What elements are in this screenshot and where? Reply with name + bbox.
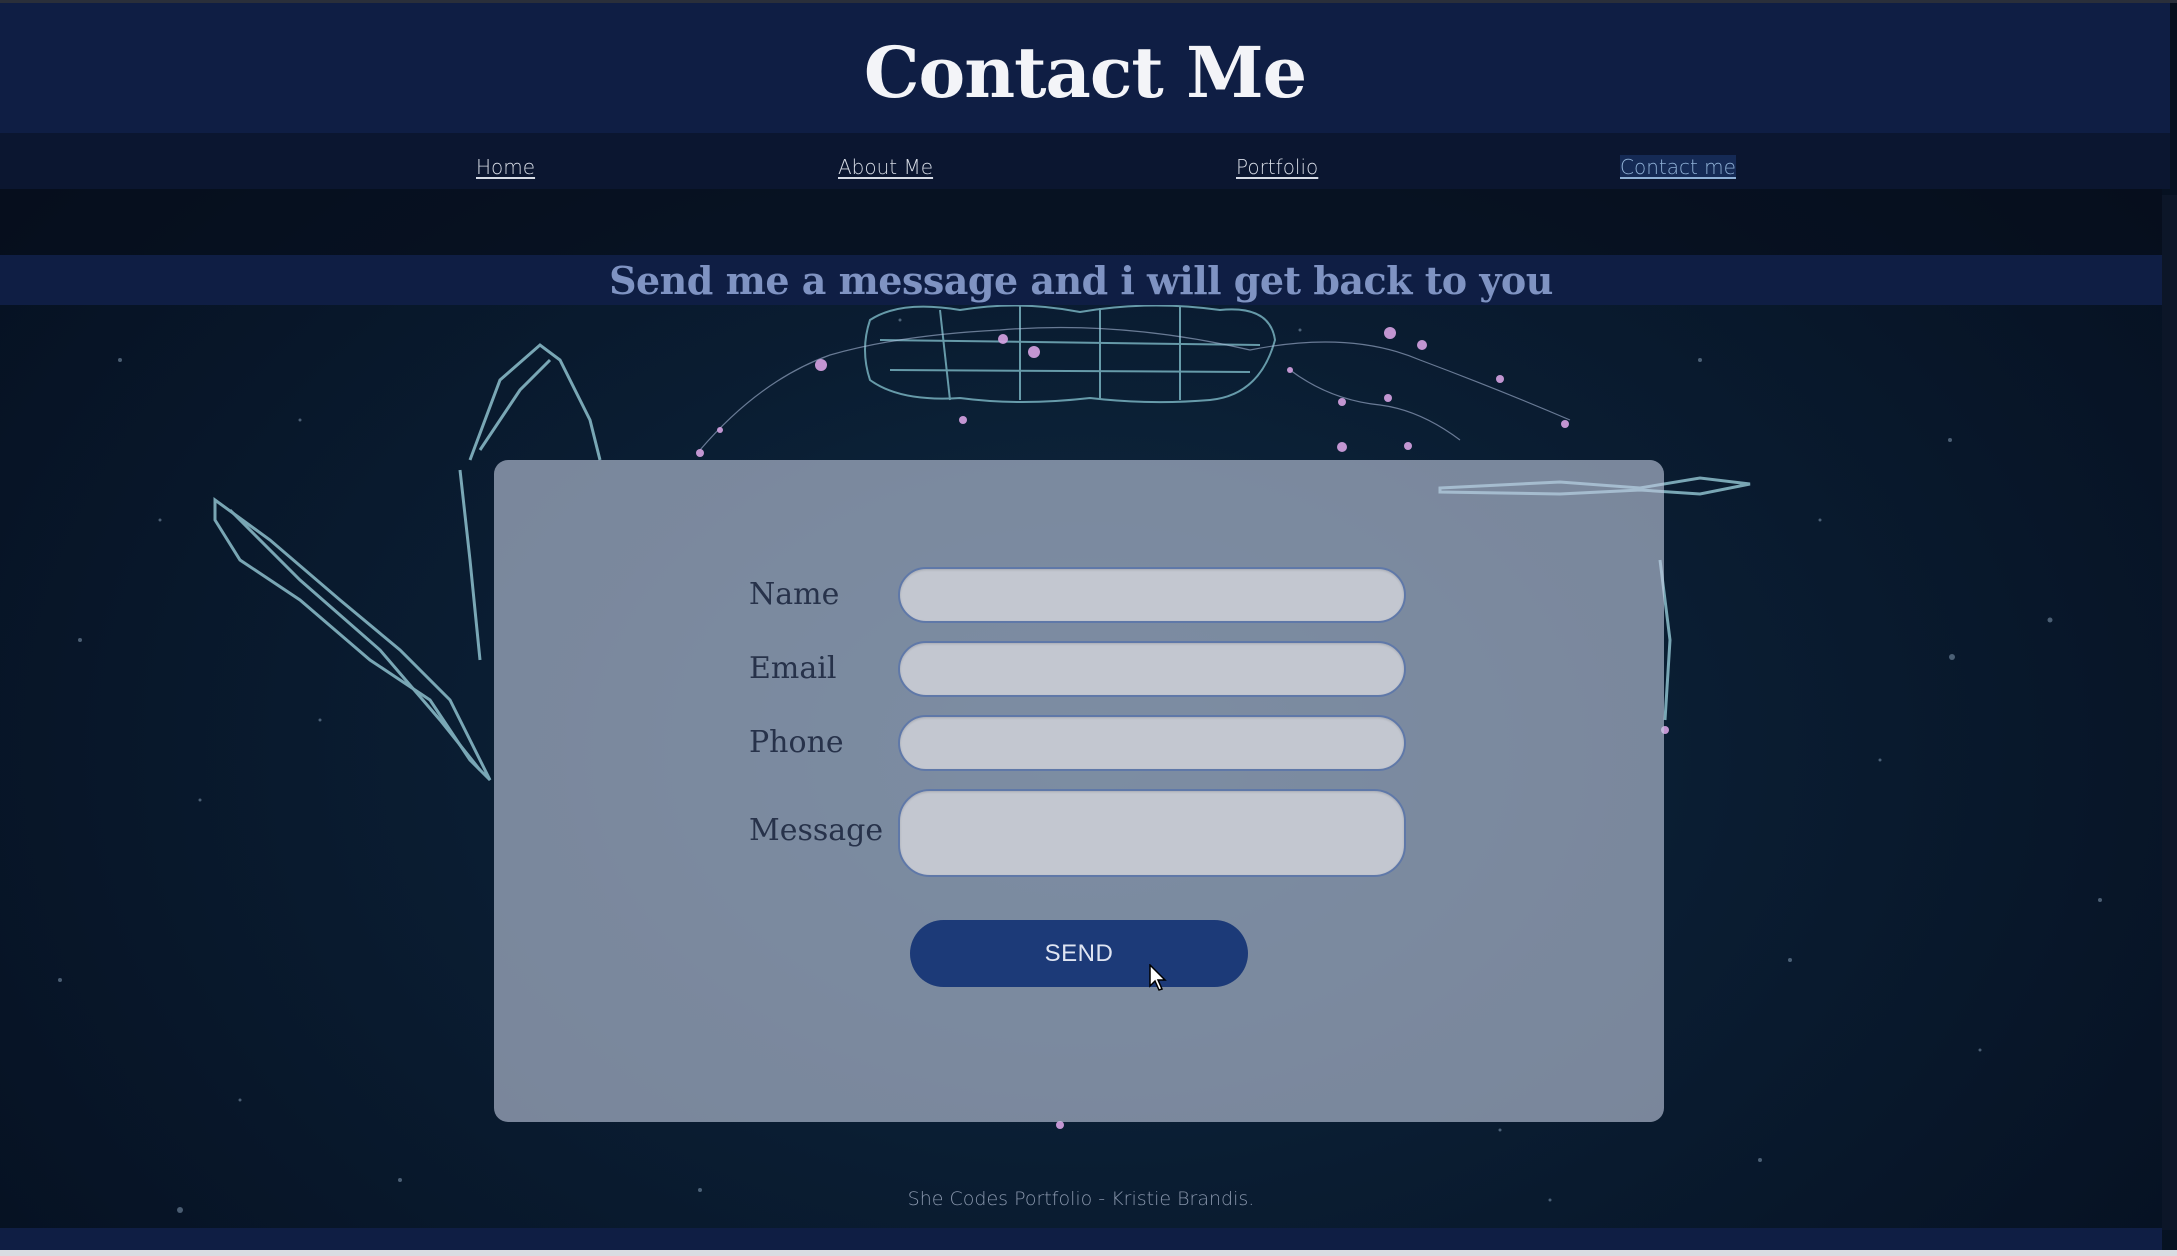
contact-page: Contact Me Home About Me Portfolio Conta… xyxy=(0,0,2177,1256)
phone-input[interactable] xyxy=(898,715,1406,771)
scrollbar-track[interactable] xyxy=(2162,195,2177,1230)
email-input[interactable] xyxy=(898,641,1406,697)
footer-credit: She Codes Portfolio - Kristie Brandis. xyxy=(907,1188,1255,1210)
name-label: Name xyxy=(749,577,840,612)
nav-link-portfolio[interactable]: Portfolio xyxy=(1236,155,1318,179)
spacer-band xyxy=(0,189,2162,255)
window-bottom-border xyxy=(0,1250,2177,1256)
nav-link-home[interactable]: Home xyxy=(476,155,535,179)
footer-band xyxy=(0,1228,2162,1250)
message-textarea[interactable] xyxy=(898,789,1406,877)
name-input[interactable] xyxy=(898,567,1406,623)
site-header: Contact Me xyxy=(0,3,2170,133)
send-button-label: SEND xyxy=(1044,939,1114,967)
section-subheading: Send me a message and i will get back to… xyxy=(609,257,1553,303)
page-title: Contact Me xyxy=(863,30,1307,114)
nav-link-contact-me[interactable]: Contact me xyxy=(1620,155,1736,179)
nav-link-about-me[interactable]: About Me xyxy=(838,155,933,179)
phone-label: Phone xyxy=(749,725,844,760)
email-label: Email xyxy=(749,651,837,686)
mouse-pointer-icon xyxy=(1149,964,1167,991)
message-label: Message xyxy=(749,813,884,848)
main-nav: Home About Me Portfolio Contact me xyxy=(0,133,2170,189)
send-button[interactable]: SEND xyxy=(910,920,1248,987)
